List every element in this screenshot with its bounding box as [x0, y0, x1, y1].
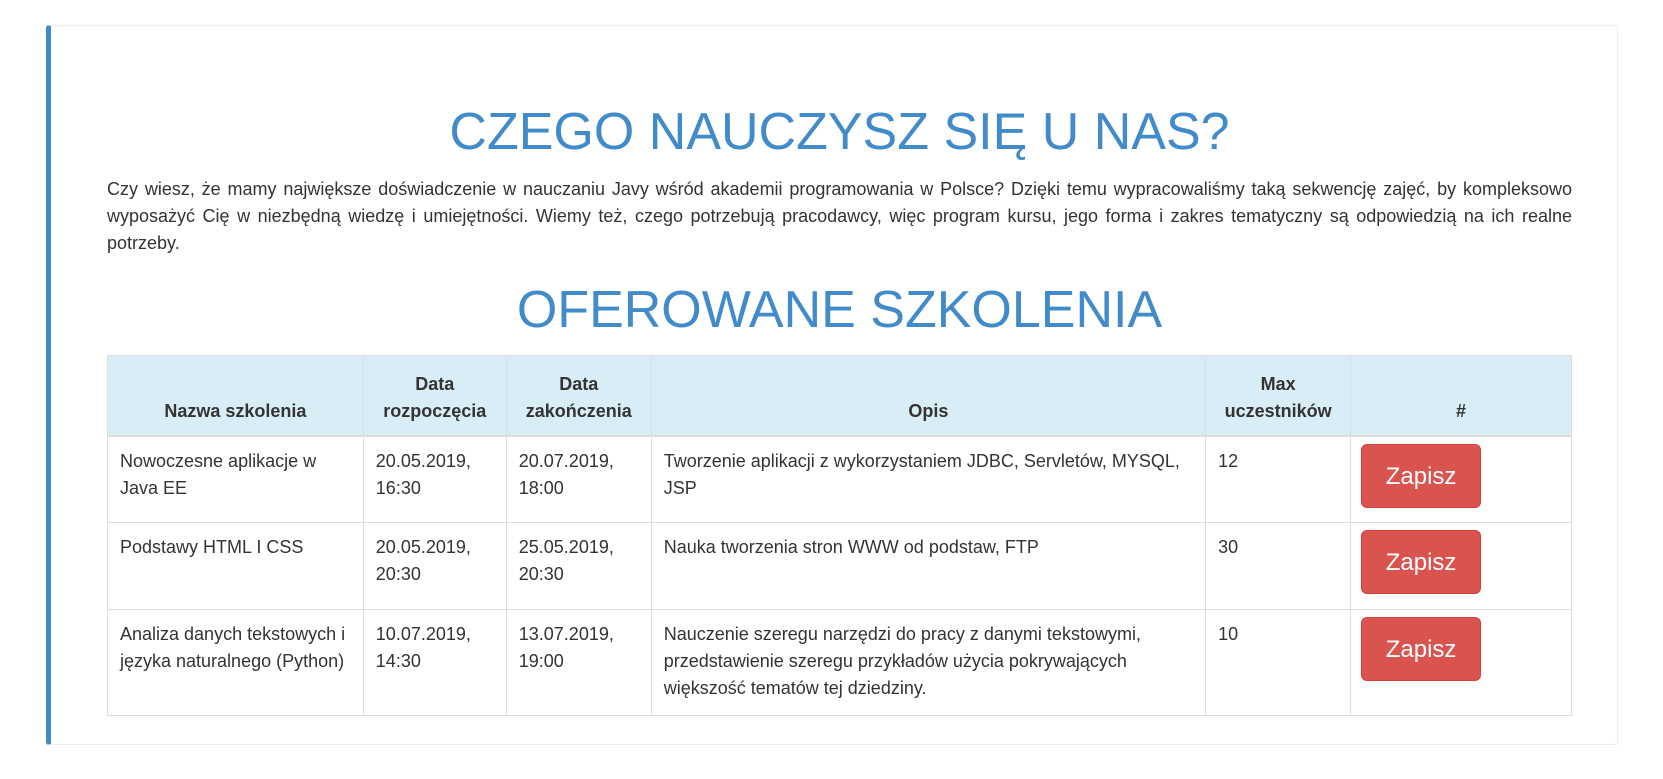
end-date-cell: 20.07.2019, 18:00 [505, 435, 652, 523]
course-name-cell: Podstawy HTML I CSS [107, 522, 364, 610]
table-header-row: Nazwa szkolenia Data rozpoczęcia Data zako… [107, 355, 1572, 437]
header-max-participants: Max uczestników [1205, 355, 1352, 437]
enroll-button[interactable]: Zapisz [1361, 617, 1482, 681]
course-name-cell: Analiza danych tekstowych i języka natur… [107, 609, 364, 716]
description-cell: Nauczenie szeregu narzędzi do pracy z da… [650, 609, 1207, 716]
header-description: Opis [650, 355, 1207, 437]
description-cell: Nauka tworzenia stron WWW od podstaw, FT… [650, 522, 1207, 610]
action-cell: Zapisz [1350, 435, 1572, 523]
table-row: Nowoczesne aplikacje w Java EE 20.05.201… [107, 435, 1572, 523]
offers-heading: OFEROWANE SZKOLENIA [516, 281, 1163, 339]
header-start-date: Data rozpoczęcia [362, 355, 507, 437]
content-panel: CZEGO NAUCZYSZ SIĘ U NAS? Czy wiesz, że … [46, 25, 1618, 745]
end-date-cell: 25.05.2019, 20:30 [505, 522, 652, 610]
table-row: Analiza danych tekstowych i języka natur… [107, 609, 1572, 716]
start-date-cell: 20.05.2019, 20:30 [362, 522, 507, 610]
table-row: Podstawy HTML I CSS 20.05.2019, 20:30 25… [107, 522, 1572, 610]
header-end-date: Data zakończenia [505, 355, 652, 437]
courses-table: Nazwa szkolenia Data rozpoczęcia Data zako… [107, 355, 1572, 716]
start-date-cell: 10.07.2019, 14:30 [362, 609, 507, 716]
course-name-cell: Nowoczesne aplikacje w Java EE [107, 435, 364, 523]
max-participants-cell: 12 [1205, 435, 1352, 523]
page-title: CZEGO NAUCZYSZ SIĘ U NAS? [449, 103, 1230, 161]
end-date-cell: 13.07.2019, 19:00 [505, 609, 652, 716]
intro-paragraph: Czy wiesz, że mamy największe doświadcze… [107, 179, 1572, 253]
header-course-name: Nazwa szkolenia [107, 355, 364, 437]
header-action: # [1350, 355, 1572, 437]
enroll-button[interactable]: Zapisz [1361, 530, 1482, 594]
action-cell: Zapisz [1350, 609, 1572, 716]
enroll-button[interactable]: Zapisz [1361, 443, 1482, 508]
max-participants-cell: 30 [1205, 522, 1352, 610]
action-cell: Zapisz [1350, 522, 1572, 610]
start-date-cell: 20.05.2019, 16:30 [362, 435, 507, 523]
description-cell: Tworzenie aplikacji z wykorzystaniem JDB… [650, 435, 1207, 523]
max-participants-cell: 10 [1205, 609, 1352, 716]
